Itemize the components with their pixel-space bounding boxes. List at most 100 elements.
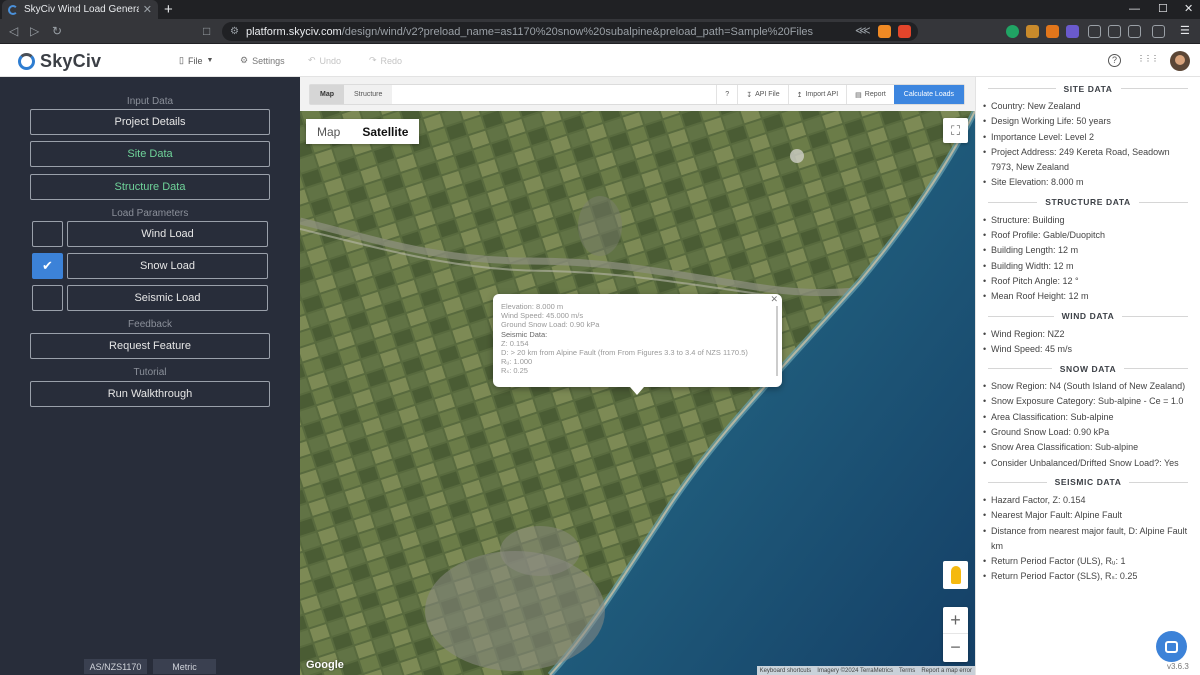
list-item: Roof Pitch Angle: 12 ° [982,274,1192,290]
pegman-figure [950,566,961,584]
info-seismic-heading: Seismic Data: [501,329,548,339]
downloads-icon[interactable] [1108,25,1121,38]
support-chat-button[interactable] [1156,631,1187,662]
brave-rewards-icon[interactable] [898,25,911,38]
help-icon[interactable]: ? [1108,54,1121,67]
keyboard-shortcuts-link[interactable]: Keyboard shortcuts [760,668,812,674]
wind-load-button[interactable]: Wind Load [67,221,268,247]
version-label: v3.6.3 [1167,662,1189,671]
checkmark-icon: ✔ [42,258,53,273]
undo-button[interactable]: ↶ Undo [308,55,341,66]
settings-menu-label: Settings [252,55,285,66]
terms-link[interactable]: Terms [899,668,915,674]
list-item: Area Classification: Sub-alpine [982,410,1192,426]
info-elevation: Elevation: 8.000 m [501,302,564,311]
apps-grid-icon[interactable]: ⋮⋮⋮ [1137,54,1159,63]
structure-data-list: Structure: Building Roof Profile: Gable/… [976,213,1200,305]
wind-load-checkbox[interactable] [32,221,63,247]
avatar[interactable] [1170,51,1190,71]
map-type-map-button[interactable]: Map [306,119,351,144]
feedback-label: Feedback [128,319,172,330]
seismic-data-heading: SEISMIC DATA [988,475,1188,490]
snow-load-checkbox[interactable]: ✔ [32,253,63,279]
summary-panel: SITE DATA Country: New Zealand Design Wo… [975,77,1200,675]
info-window-scrollbar[interactable] [776,306,778,376]
snow-load-button[interactable]: Snow Load [67,253,268,279]
structure-data-button[interactable]: Structure Data [30,174,270,200]
bookmark-icon[interactable]: □ [203,24,210,38]
api-file-button[interactable]: ↧ API File [737,85,787,104]
zoom-out-button[interactable]: − [943,634,968,661]
wind-data-heading: WIND DATA [988,309,1188,324]
metamask-icon[interactable] [1046,25,1059,38]
close-tab-icon[interactable]: ✕ [143,3,152,16]
api-file-label: API File [755,91,780,98]
info-window-close-icon[interactable]: ✕ [770,294,778,304]
redo-button[interactable]: ↷ Redo [369,55,402,66]
extension-purple-icon[interactable] [1066,25,1079,38]
toolbar-help-button[interactable]: ? [716,85,737,104]
map-area: Map Structure ? ↧ API File ↥ Import API … [300,77,975,675]
tutorial-label: Tutorial [133,367,167,378]
report-button[interactable]: ▤ Report [846,85,894,104]
browser-menu-icon[interactable]: ☰ [1180,22,1190,41]
seismic-load-button[interactable]: Seismic Load [67,285,268,311]
maximize-window-button[interactable]: ☐ [1158,0,1168,19]
site-data-button[interactable]: Site Data [30,141,270,167]
tab-structure[interactable]: Structure [344,85,393,104]
browser-tab[interactable]: SkyCiv Wind Load Generat ✕ [2,0,158,19]
design-standard-badge[interactable]: AS/NZS1170 [84,659,147,674]
new-tab-button[interactable]: + [164,1,173,18]
browser-address-bar: ◁ ▷ ↻ □ ⚙ platform.skyciv.com /design/wi… [0,19,1200,44]
zoom-in-button[interactable]: + [943,607,968,634]
list-item: Nearest Major Fault: Alpine Fault [982,508,1192,524]
extensions-puzzle-icon[interactable] [1088,25,1101,38]
back-icon[interactable]: ◁ [9,24,18,38]
import-api-button[interactable]: ↥ Import API [787,85,847,104]
forward-icon[interactable]: ▷ [30,24,39,38]
fullscreen-icon[interactable]: ⛶ [943,118,968,143]
minimize-window-button[interactable]: — [1129,0,1140,19]
settings-menu[interactable]: ⚙ Settings [240,55,285,66]
list-item: Mean Roof Height: 12 m [982,289,1192,305]
redo-icon: ↷ [369,55,377,65]
list-item: Building Length: 12 m [982,243,1192,259]
skyciv-logo[interactable]: SkyCiv [18,51,101,72]
request-feature-button[interactable]: Request Feature [30,333,270,359]
seismic-load-checkbox[interactable] [32,285,63,311]
list-item: Snow Area Classification: Sub-alpine [982,440,1192,456]
share-icon[interactable]: ⋘ [855,22,871,41]
download-icon: ↧ [746,91,753,99]
site-info-icon[interactable]: ⚙ [230,26,239,37]
list-item: Country: New Zealand [982,99,1192,115]
report-map-error-link[interactable]: Report a map error [921,668,972,674]
wallet-icon[interactable] [1152,25,1165,38]
project-details-button[interactable]: Project Details [30,109,270,135]
google-logo: Google [306,659,344,671]
skyciv-logo-icon [18,53,35,70]
url-input[interactable]: ⚙ platform.skyciv.com /design/wind/v2?pr… [222,22,918,41]
reload-icon[interactable]: ↻ [52,24,62,38]
calculate-loads-button[interactable]: Calculate Loads [893,85,964,104]
file-icon: ▯ [179,55,184,65]
extension-tan-icon[interactable] [1026,25,1039,38]
sidebar-toggle-icon[interactable] [1128,25,1141,38]
tab-map[interactable]: Map [310,85,344,104]
list-item: Importance Level: Level 2 [982,130,1192,146]
upload-icon: ↥ [796,91,803,99]
file-menu-label: File [187,55,203,66]
brave-shield-icon[interactable] [878,25,891,38]
url-host: platform.skyciv.com [245,25,342,38]
list-item: Design Working Life: 50 years [982,114,1192,130]
units-badge[interactable]: Metric [153,659,216,674]
street-view-pegman-icon[interactable] [943,561,968,589]
close-window-button[interactable]: ✕ [1184,0,1193,19]
file-menu[interactable]: ▯ File ▼ [179,55,213,66]
run-walkthrough-button[interactable]: Run Walkthrough [30,381,270,407]
list-item: Return Period Factor (SLS), Rₛ: 0.25 [982,569,1192,585]
info-window-pointer [630,387,644,395]
extension-green-icon[interactable] [1006,25,1019,38]
map-type-satellite-button[interactable]: Satellite [351,119,419,144]
undo-label: Undo [319,55,342,66]
